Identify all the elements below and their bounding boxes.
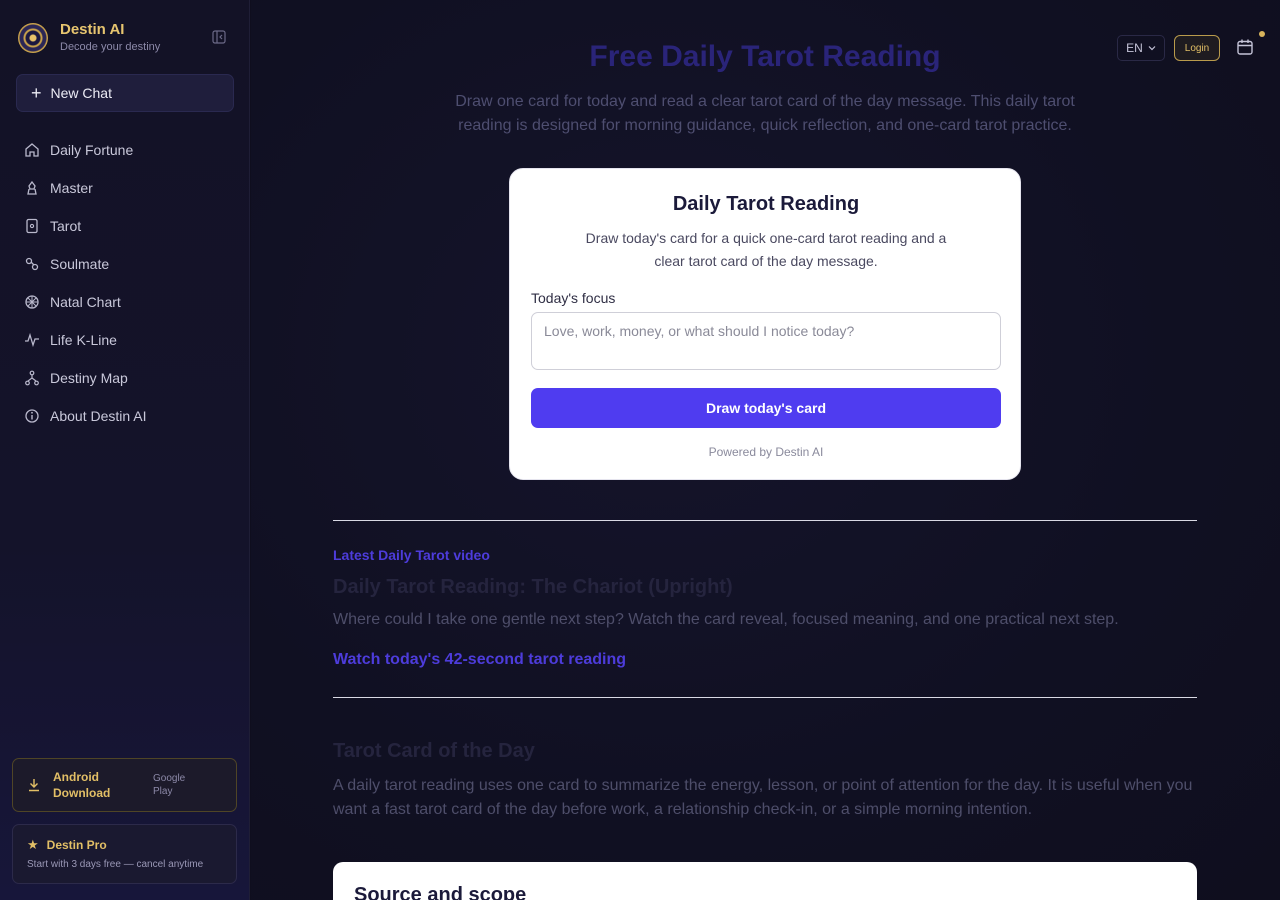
video-title: Daily Tarot Reading: The Chariot (Uprigh… — [333, 576, 733, 598]
sidebar-item-tarot[interactable]: Tarot — [16, 207, 234, 245]
brand-subtitle: Decode your destiny — [60, 41, 161, 53]
sidebar-item-destiny-map[interactable]: Destiny Map — [16, 359, 234, 397]
tree-map-icon — [25, 370, 39, 386]
sidebar-item-label: Life K-Line — [50, 332, 117, 348]
sidebar: Destin AI Decode your destiny + New Chat… — [0, 0, 250, 900]
soulmate-icon — [25, 257, 39, 271]
powered-by: Powered by Destin AI — [708, 445, 824, 459]
sidebar-item-label: Daily Fortune — [50, 142, 134, 158]
sidebar-item-label: Tarot — [50, 218, 82, 234]
natal-wheel-icon — [25, 295, 39, 309]
android-download-label: Android Download — [53, 769, 153, 801]
calendar-icon[interactable] — [1236, 38, 1254, 56]
section-title: Tarot Card of the Day — [333, 740, 535, 762]
page-intro: Draw one card for today and read a clear… — [455, 93, 1075, 134]
video-description: Where could I take one gentle next step?… — [333, 611, 1119, 628]
new-chat-button[interactable]: + New Chat — [16, 74, 234, 112]
draw-card-button[interactable]: Draw today's card — [531, 388, 1001, 428]
master-icon — [27, 180, 37, 195]
brand-text: Destin AI Decode your destiny — [60, 21, 161, 54]
divider — [333, 697, 1197, 698]
new-chat-label: New Chat — [50, 85, 112, 101]
sidebar-item-natal-chart[interactable]: Natal Chart — [16, 283, 234, 321]
sidebar-item-about[interactable]: About Destin AI — [16, 397, 234, 435]
brand[interactable]: Destin AI Decode your destiny — [18, 22, 160, 53]
sidebar-item-daily-fortune[interactable]: Daily Fortune — [16, 131, 234, 169]
pro-title-text: Destin Pro — [46, 838, 107, 852]
android-label-line1: Android — [53, 770, 99, 784]
sidebar-item-label: Master — [50, 180, 93, 196]
source-scope-card: Source and scope — [333, 862, 1197, 900]
sidebar-item-label: Destiny Map — [50, 370, 128, 386]
section-description: A daily tarot reading uses one card to s… — [333, 777, 1193, 818]
destin-pro-promo[interactable]: ★ Destin Pro Start with 3 days free — ca… — [12, 824, 237, 884]
store-line1: Google — [153, 773, 186, 784]
google-play-label: Google Play — [153, 772, 185, 798]
home-icon — [25, 143, 39, 157]
tarot-reading-card: Daily Tarot Reading Draw today's card fo… — [509, 168, 1021, 480]
pro-title: ★ Destin Pro — [27, 837, 222, 853]
sidebar-item-label: Soulmate — [50, 256, 110, 272]
divider — [333, 520, 1197, 521]
info-icon — [25, 409, 39, 423]
card-title: Daily Tarot Reading — [672, 193, 860, 215]
sidebar-item-label: Natal Chart — [50, 294, 121, 310]
plus-icon: + — [31, 83, 42, 103]
download-icon — [29, 779, 39, 792]
store-line2: Play — [153, 786, 173, 797]
brand-title: Destin AI — [60, 21, 125, 38]
pulse-line-icon — [25, 332, 39, 348]
video-kicker: Latest Daily Tarot video — [333, 547, 490, 563]
tarot-card-icon — [26, 218, 38, 234]
card-description: Draw today's card for a quick one-card t… — [585, 230, 947, 269]
notification-dot — [1259, 31, 1265, 37]
sidebar-item-soulmate[interactable]: Soulmate — [16, 245, 234, 283]
focus-input[interactable] — [531, 312, 1001, 370]
watch-video-link[interactable]: Watch today's 42-second tarot reading — [333, 651, 626, 669]
source-title: Source and scope — [354, 884, 527, 900]
page-title: Free Daily Tarot Reading — [589, 40, 941, 73]
star-icon: ★ — [27, 837, 39, 852]
sidebar-item-life-k-line[interactable]: Life K-Line — [16, 321, 234, 359]
destin-logo-icon — [18, 22, 48, 53]
sidebar-collapse-icon[interactable] — [212, 30, 226, 44]
android-download-button[interactable]: Android Download Google Play — [12, 758, 237, 812]
sidebar-item-master[interactable]: Master — [16, 169, 234, 207]
sidebar-nav: Daily Fortune Master Tarot Soulmate Nata… — [16, 131, 234, 435]
android-label-line2: Download — [53, 786, 111, 800]
pro-subtitle: Start with 3 days free — cancel anytime — [27, 859, 204, 870]
sidebar-item-label: About Destin AI — [50, 408, 147, 424]
focus-label: Today's focus — [531, 290, 616, 306]
